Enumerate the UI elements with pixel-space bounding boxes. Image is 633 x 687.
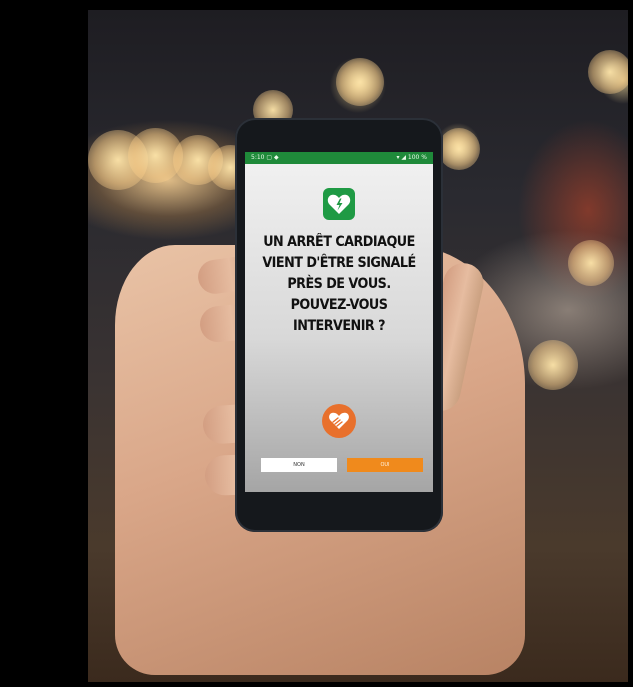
hands-heart-icon xyxy=(322,404,356,438)
bokeh-light xyxy=(588,50,628,94)
message-line: VIENT D'ÊTRE SIGNALÉ xyxy=(262,255,416,271)
photo-frame: 5:10 ▢ ◆ ▾ ◢ 100 % UN ARRÊT CARDIAQUE VI… xyxy=(0,0,633,687)
bokeh-light xyxy=(438,128,480,170)
message-line: INTERVENIR ? xyxy=(292,318,386,334)
phone-screen: 5:10 ▢ ◆ ▾ ◢ 100 % UN ARRÊT CARDIAQUE VI… xyxy=(245,152,433,492)
cardiac-arrest-alert-text: UN ARRÊT CARDIAQUE VIENT D'ÊTRE SIGNALÉ … xyxy=(260,232,418,337)
no-button[interactable]: NON xyxy=(261,458,337,472)
bokeh-light xyxy=(568,240,614,286)
smartphone: 5:10 ▢ ◆ ▾ ◢ 100 % UN ARRÊT CARDIAQUE VI… xyxy=(235,118,443,532)
message-line: UN ARRÊT CARDIAQUE xyxy=(263,234,415,250)
status-bar: 5:10 ▢ ◆ ▾ ◢ 100 % xyxy=(245,152,433,164)
message-line: PRÈS DE VOUS. xyxy=(287,276,391,292)
defibrillator-heart-icon xyxy=(323,188,355,220)
status-left: 5:10 ▢ ◆ xyxy=(251,154,279,161)
phone-nav-bar xyxy=(245,502,433,524)
status-right: ▾ ◢ 100 % xyxy=(396,154,427,161)
message-line: POUVEZ-VOUS xyxy=(290,297,388,313)
bokeh-light xyxy=(336,58,384,106)
yes-button[interactable]: OUI xyxy=(347,458,423,472)
bokeh-light xyxy=(528,340,578,390)
